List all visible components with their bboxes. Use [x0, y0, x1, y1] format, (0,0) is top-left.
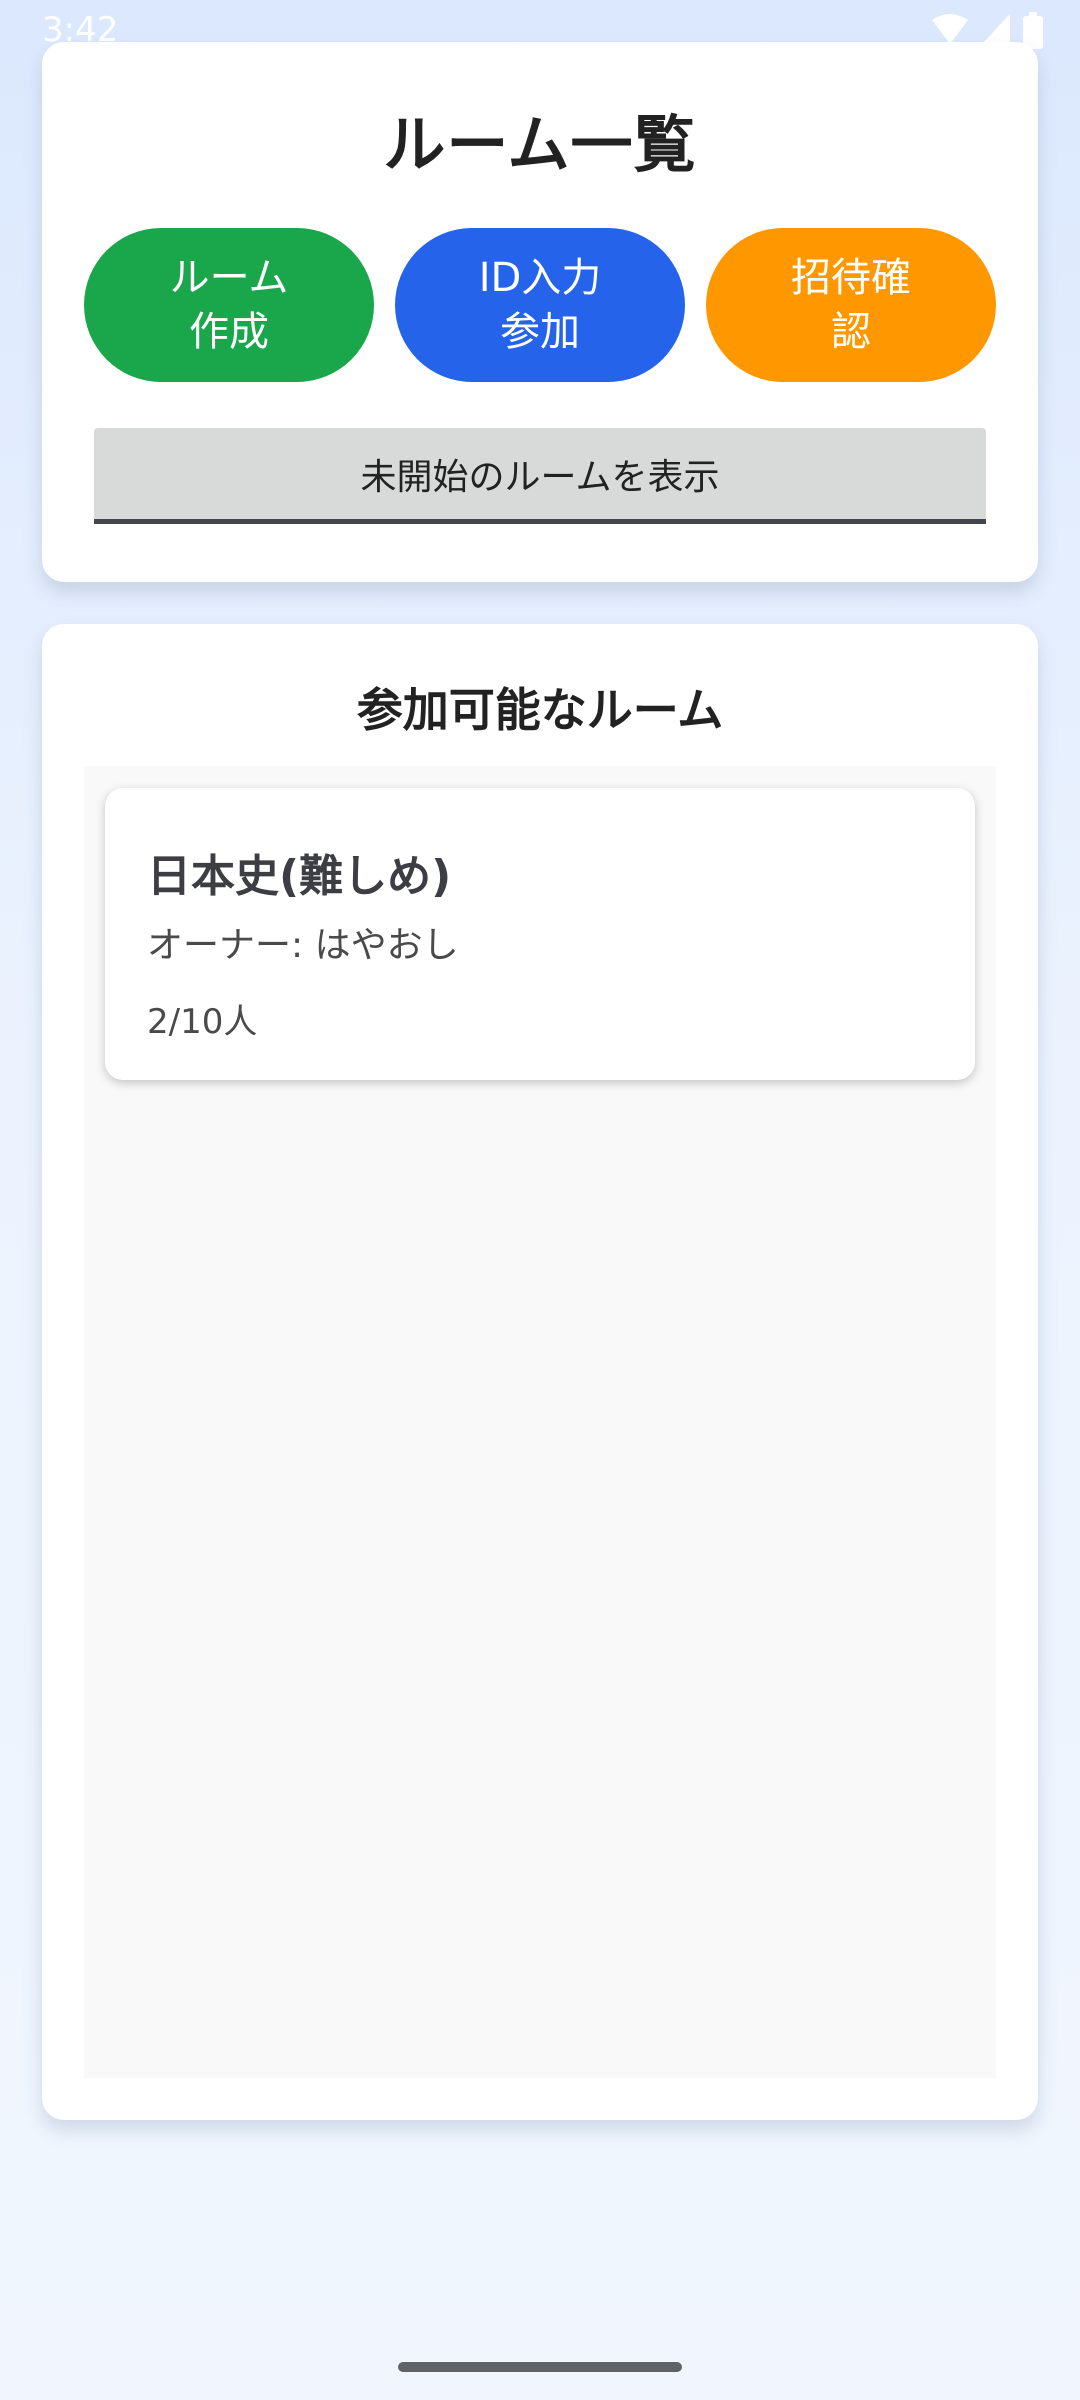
room-owner: オーナー: はやおし	[147, 925, 459, 966]
available-rooms-card: 参加可能なルーム 日本史(難しめ) オーナー: はやおし 2/10人	[42, 624, 1038, 2120]
room-list-header-card: ルーム一覧 ルーム 作成 ID入力 参加 招待確 認 未開始のルームを表示	[42, 42, 1038, 582]
home-indicator[interactable]	[398, 2362, 682, 2372]
room-list: 日本史(難しめ) オーナー: はやおし 2/10人	[84, 766, 996, 2078]
wifi-icon	[930, 12, 970, 46]
join-by-id-button[interactable]: ID入力 参加	[395, 228, 685, 382]
section-title: 参加可能なルーム	[356, 683, 724, 737]
action-button-row: ルーム 作成 ID入力 参加 招待確 認	[84, 228, 996, 382]
room-member-count: 2/10人	[147, 1002, 258, 1042]
room-name: 日本史(難しめ)	[147, 851, 452, 902]
room-list-item[interactable]: 日本史(難しめ) オーナー: はやおし 2/10人	[105, 788, 975, 1080]
show-unstarted-rooms-toggle[interactable]: 未開始のルームを表示	[94, 428, 986, 524]
signal-icon	[980, 12, 1012, 46]
check-invitations-button[interactable]: 招待確 認	[706, 228, 996, 382]
page-title: ルーム一覧	[383, 108, 697, 181]
create-room-button[interactable]: ルーム 作成	[84, 228, 374, 382]
